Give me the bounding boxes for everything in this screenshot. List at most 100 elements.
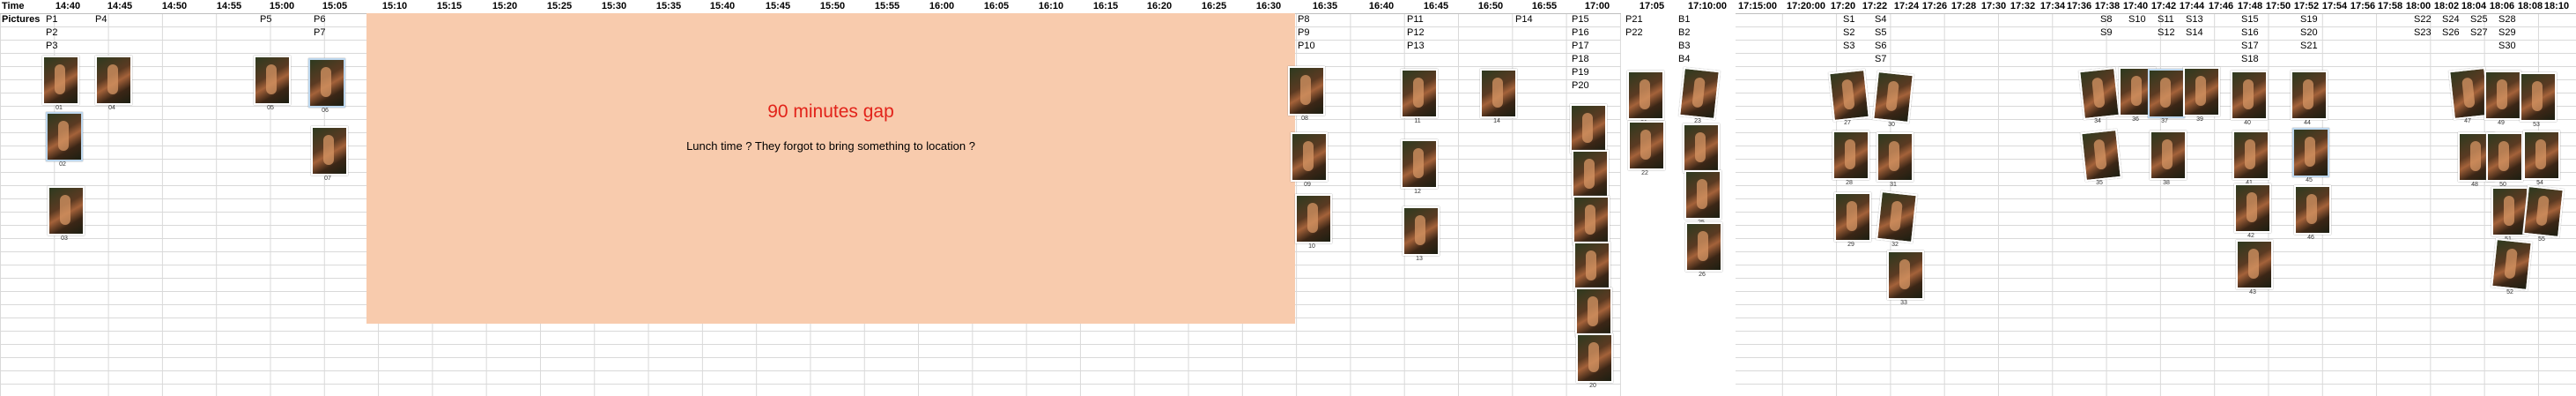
time-header-cell[interactable]: 18:08 (2518, 0, 2543, 13)
picture-label-cell[interactable]: S9 (2100, 26, 2112, 40)
time-header-cell[interactable]: 17:05 (1640, 0, 1664, 13)
photo-thumbnail[interactable] (95, 56, 132, 105)
picture-label-cell[interactable]: S23 (2414, 26, 2432, 40)
time-header-cell[interactable]: 16:15 (1093, 0, 1118, 13)
time-header-cell[interactable]: 18:00 (2406, 0, 2431, 13)
time-header-cell[interactable]: 15:30 (602, 0, 626, 13)
time-row-label[interactable]: Time (2, 0, 24, 13)
photo-thumbnail[interactable] (2232, 131, 2269, 180)
picture-label-cell[interactable]: S30 (2498, 40, 2516, 53)
time-header-cell[interactable]: 17:32 (2010, 0, 2035, 13)
picture-label-cell[interactable]: S18 (2241, 53, 2259, 66)
time-header-cell[interactable]: 15:25 (547, 0, 572, 13)
time-header-cell[interactable]: 15:55 (875, 0, 899, 13)
pictures-row-label[interactable]: Pictures (2, 13, 40, 26)
picture-label-cell[interactable]: P3 (46, 40, 57, 53)
picture-label-cell[interactable]: S16 (2241, 26, 2259, 40)
picture-label-cell[interactable]: P21 (1625, 13, 1643, 26)
picture-label-cell[interactable]: S11 (2158, 13, 2174, 26)
photo-thumbnail[interactable] (1834, 192, 1871, 242)
photo-thumbnail[interactable] (2484, 71, 2521, 120)
picture-label-cell[interactable]: P16 (1572, 26, 1589, 40)
picture-label-cell[interactable]: P14 (1515, 13, 1533, 26)
photo-thumbnail[interactable] (1573, 196, 1610, 245)
photo-thumbnail[interactable] (1401, 139, 1438, 189)
photo-thumbnail[interactable] (1295, 194, 1332, 243)
photo-thumbnail[interactable] (2231, 71, 2268, 120)
photo-thumbnail[interactable] (1876, 190, 1918, 244)
time-header-cell[interactable]: 16:45 (1424, 0, 1448, 13)
picture-label-cell[interactable]: P11 (1407, 13, 1424, 26)
time-header-cell[interactable]: 15:10 (382, 0, 407, 13)
time-header-cell[interactable]: 15:45 (766, 0, 790, 13)
photo-thumbnail[interactable] (1570, 104, 1607, 153)
picture-label-cell[interactable]: P22 (1625, 26, 1643, 40)
photo-thumbnail[interactable] (2236, 240, 2273, 289)
picture-label-cell[interactable]: S28 (2498, 13, 2516, 26)
time-header-cell[interactable]: 17:22 (1862, 0, 1887, 13)
picture-label-cell[interactable]: P2 (46, 26, 57, 40)
picture-label-cell[interactable]: P18 (1572, 53, 1589, 66)
time-header-cell[interactable]: 16:20 (1147, 0, 1172, 13)
photo-thumbnail[interactable] (1291, 132, 1328, 182)
photo-thumbnail[interactable] (46, 112, 83, 161)
photo-thumbnail[interactable] (2486, 132, 2523, 182)
picture-label-cell[interactable]: S5 (1875, 26, 1886, 40)
photo-thumbnail[interactable] (1573, 242, 1610, 291)
photo-thumbnail[interactable] (2291, 71, 2328, 120)
time-header-cell[interactable]: 16:30 (1256, 0, 1281, 13)
photo-thumbnail[interactable] (1872, 70, 1914, 124)
time-header-cell[interactable]: 15:20 (492, 0, 517, 13)
time-header-cell[interactable]: 17:54 (2322, 0, 2347, 13)
picture-label-cell[interactable]: P8 (1298, 13, 1309, 26)
picture-label-cell[interactable]: S7 (1875, 53, 1886, 66)
photo-thumbnail[interactable] (1876, 132, 1913, 182)
photo-thumbnail[interactable] (2523, 131, 2560, 180)
time-header-cell[interactable]: 17:10:00 (1688, 0, 1727, 13)
photo-thumbnail[interactable] (2522, 184, 2565, 239)
time-header-cell[interactable]: 14:50 (162, 0, 187, 13)
time-header-cell[interactable]: 16:50 (1478, 0, 1503, 13)
photo-thumbnail[interactable] (254, 56, 291, 105)
time-header-cell[interactable]: 15:00 (270, 0, 294, 13)
picture-label-cell[interactable]: S29 (2498, 26, 2516, 40)
photo-thumbnail[interactable] (2150, 131, 2187, 180)
time-header-cell[interactable]: 15:40 (710, 0, 735, 13)
photo-thumbnail[interactable] (1480, 69, 1517, 118)
photo-thumbnail[interactable] (1627, 71, 1664, 120)
photo-thumbnail[interactable] (2080, 128, 2122, 183)
photo-thumbnail[interactable] (311, 126, 348, 176)
time-header-cell[interactable]: 17:36 (2067, 0, 2091, 13)
time-header-cell[interactable]: 16:35 (1313, 0, 1337, 13)
time-header-cell[interactable]: 17:26 (1922, 0, 1947, 13)
time-header-cell[interactable]: 18:10 (2544, 0, 2569, 13)
picture-label-cell[interactable]: P15 (1572, 13, 1589, 26)
photo-thumbnail[interactable] (1684, 170, 1721, 220)
photo-thumbnail[interactable] (1576, 333, 1613, 383)
time-header-cell[interactable]: 15:15 (437, 0, 462, 13)
picture-label-cell[interactable]: S10 (2128, 13, 2146, 26)
photo-thumbnail[interactable] (1403, 206, 1440, 256)
picture-label-cell[interactable]: S17 (2241, 40, 2259, 53)
photo-thumbnail[interactable] (1575, 288, 1612, 337)
picture-label-cell[interactable]: P7 (314, 26, 325, 40)
picture-label-cell[interactable]: P6 (314, 13, 325, 26)
photo-thumbnail[interactable] (1683, 123, 1720, 173)
photo-thumbnail[interactable] (1678, 66, 1721, 121)
time-header-cell[interactable]: 16:40 (1369, 0, 1394, 13)
photo-thumbnail[interactable] (2183, 67, 2220, 116)
picture-label-cell[interactable]: S27 (2470, 26, 2488, 40)
time-header-cell[interactable]: 17:20:00 (1787, 0, 1825, 13)
photo-thumbnail[interactable] (1828, 68, 1870, 123)
picture-label-cell[interactable]: P17 (1572, 40, 1589, 53)
photo-thumbnail[interactable] (2292, 128, 2329, 177)
time-header-cell[interactable]: 17:42 (2151, 0, 2176, 13)
picture-label-cell[interactable]: P10 (1298, 40, 1315, 53)
time-header-cell[interactable]: 16:10 (1039, 0, 1063, 13)
time-header-cell[interactable]: 14:45 (107, 0, 132, 13)
time-header-cell[interactable]: 15:50 (820, 0, 845, 13)
spreadsheet[interactable]: Time Pictures 14:40 14:45 14:50 14:55 15:00 1… (0, 0, 2576, 396)
time-header-cell[interactable]: 17:48 (2238, 0, 2262, 13)
time-header-cell[interactable]: 18:04 (2461, 0, 2486, 13)
picture-label-cell[interactable]: B1 (1678, 13, 1690, 26)
